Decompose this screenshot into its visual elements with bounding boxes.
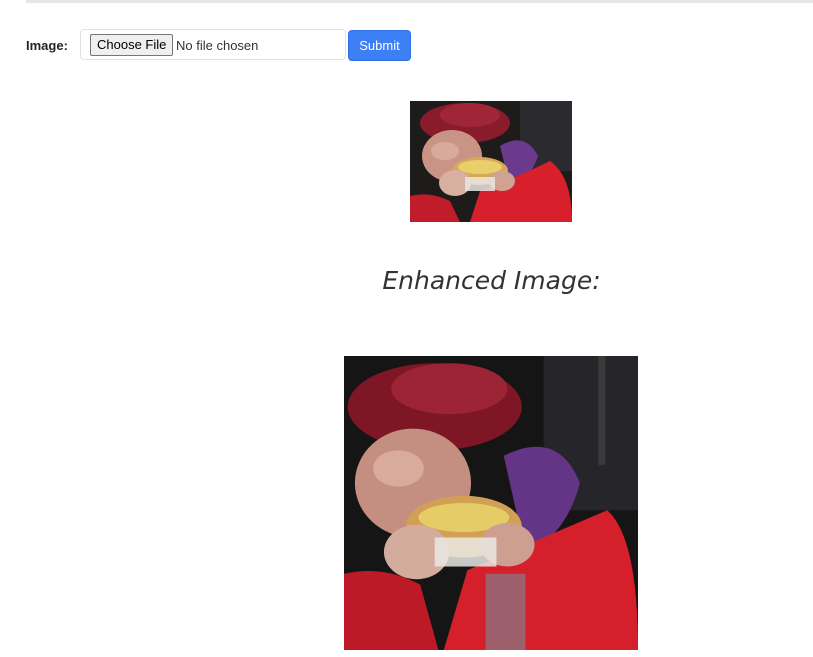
file-input[interactable]: Choose File No file chosen [80,29,346,60]
page: Image: Choose File No file chosen Submit [0,0,813,657]
photo-person-eating-hotdog-icon [410,101,572,222]
enhanced-image [344,356,638,650]
image-label: Image: [26,38,68,53]
enhanced-image-heading: Enhanced Image: [382,266,601,295]
original-image [410,101,572,222]
top-divider [26,0,813,3]
file-status-text: No file chosen [176,38,259,53]
photo-person-eating-hotdog-enhanced-icon [344,356,638,650]
choose-file-button[interactable]: Choose File [90,34,174,56]
submit-button[interactable]: Submit [348,30,411,61]
